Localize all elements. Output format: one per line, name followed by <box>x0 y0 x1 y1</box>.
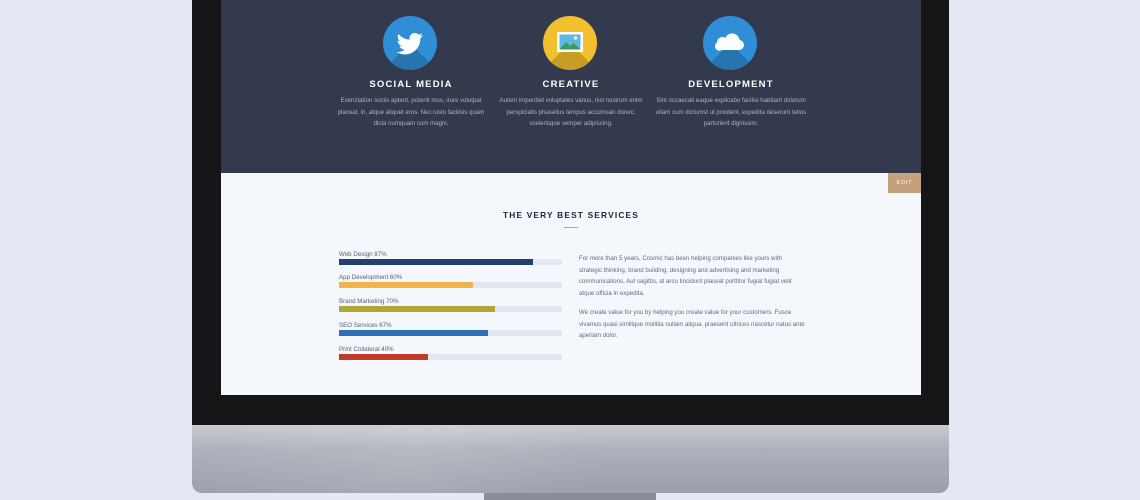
section-title: THE VERY BEST SERVICES <box>503 210 639 220</box>
picture-frame-icon <box>543 16 597 70</box>
feature-text: Autem imperdiet voluptates varius, nisl … <box>499 97 643 127</box>
skill-fill <box>339 259 533 265</box>
features-section: SOCIAL MEDIA Exercitation sociis aptent,… <box>221 0 921 173</box>
feature-text: Exercitation sociis aptent, potenti mus,… <box>337 97 485 127</box>
title-underline <box>564 227 578 228</box>
monitor-chin <box>192 425 949 493</box>
edit-button[interactable]: EDIT <box>888 173 921 193</box>
cloud-icon <box>703 16 757 70</box>
feature-text: Sint occaecati eaque explicabo facilisi … <box>655 97 807 127</box>
skill-fill <box>339 330 489 336</box>
twitter-bird-icon <box>383 16 437 70</box>
skill-label: Brand Marketing 70% <box>339 298 399 305</box>
feature-title: DEVELOPMENT <box>688 79 774 90</box>
website-screen: SOCIAL MEDIA Exercitation sociis aptent,… <box>221 0 921 395</box>
skill-print-collateral: Print Collateral 40% <box>339 345 562 360</box>
feature-title: CREATIVE <box>542 79 600 90</box>
skill-fill <box>339 354 429 360</box>
skill-track <box>339 354 562 360</box>
feature-title: SOCIAL MEDIA <box>369 79 453 90</box>
skill-brand-marketing: Brand Marketing 70% <box>339 297 562 312</box>
skill-label: SEO Services 67% <box>339 322 392 329</box>
skill-app-development: App Development 60% <box>339 273 562 288</box>
services-section: EDIT THE VERY BEST SERVICES Web Design 8… <box>221 173 921 395</box>
monitor-stand <box>484 493 656 500</box>
skill-label: Print Collateral 40% <box>339 346 394 353</box>
skill-track <box>339 330 562 336</box>
skill-web-design: Web Design 87% <box>339 250 562 265</box>
services-paragraph: For more than 5 years, Cosmic has been h… <box>579 255 792 297</box>
skill-label: App Development 60% <box>339 274 403 281</box>
skill-fill <box>339 282 473 288</box>
skill-seo-services: SEO Services 67% <box>339 321 562 336</box>
services-paragraph: We create value for you by helping you c… <box>579 309 805 340</box>
skill-label: Web Design 87% <box>339 251 387 258</box>
skill-track <box>339 306 562 312</box>
skill-track <box>339 282 562 288</box>
skill-track <box>339 259 562 265</box>
skill-fill <box>339 306 496 312</box>
